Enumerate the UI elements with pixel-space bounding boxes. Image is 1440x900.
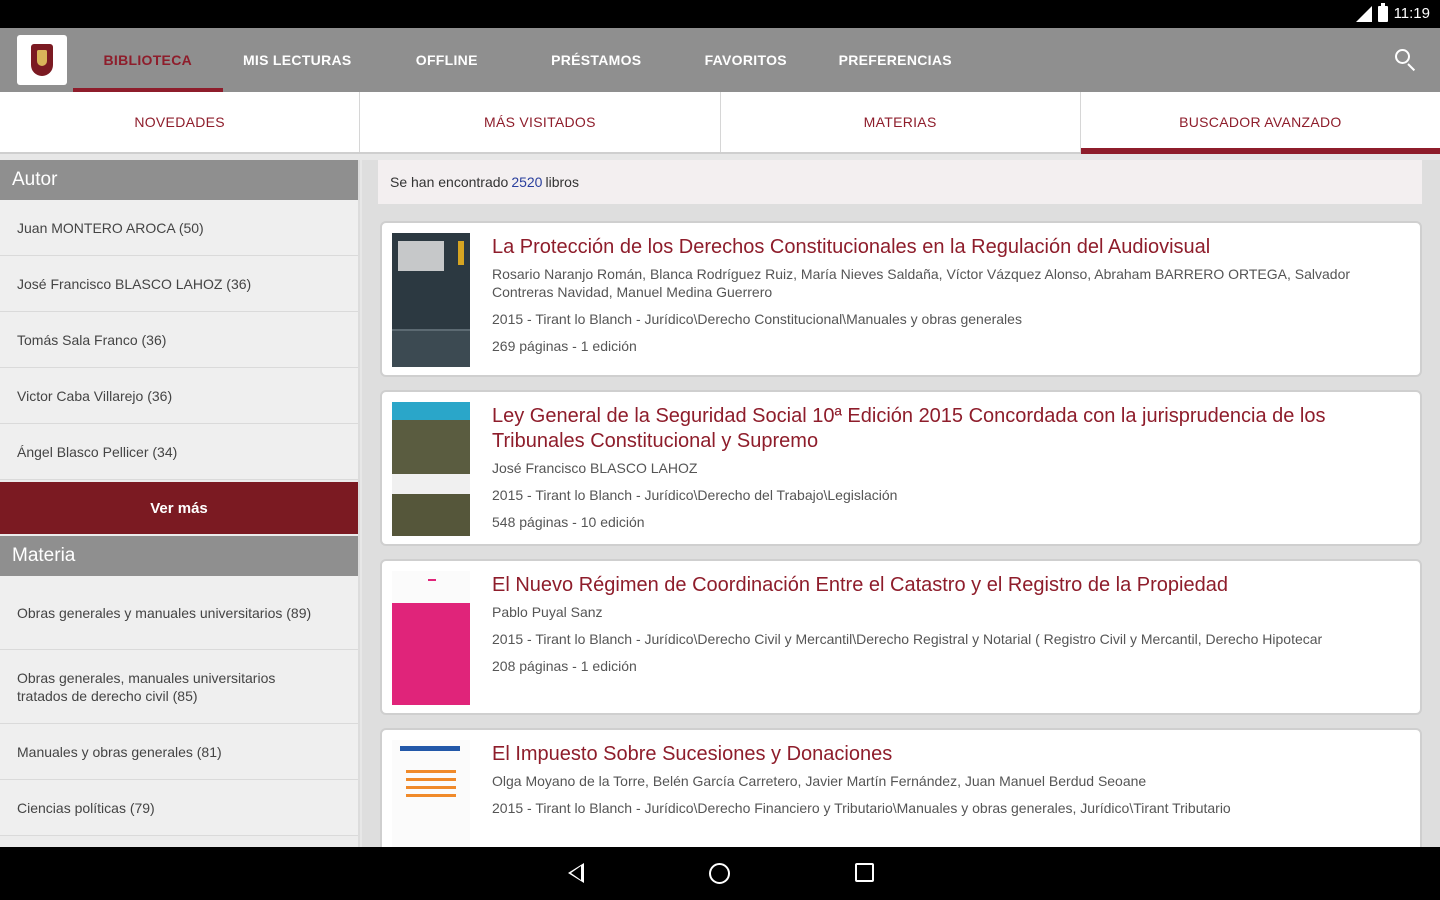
logo-shield-icon — [31, 44, 53, 76]
book-cover — [392, 402, 470, 536]
filter-item-materia[interactable]: Ciencias políticas (79) — [0, 780, 358, 836]
filter-item-autor[interactable]: Juan MONTERO AROCA (50) — [0, 200, 358, 256]
book-authors: Rosario Naranjo Román, Blanca Rodríguez … — [492, 266, 1351, 300]
filter-item-materia[interactable]: Manuales y obras generales (81) — [0, 724, 358, 780]
tab-biblioteca[interactable]: BIBLIOTECA — [73, 28, 223, 92]
filter-item-autor[interactable]: Tomás Sala Franco (36) — [0, 312, 358, 368]
filter-item-autor[interactable]: Ángel Blasco Pellicer (34) — [0, 424, 358, 480]
sub-tabs: NOVEDADES MÁS VISITADOS MATERIAS BUSCADO… — [0, 92, 1440, 154]
filter-sidebar: Autor Juan MONTERO AROCA (50) José Franc… — [0, 160, 360, 847]
app-bar: BIBLIOTECA MIS LECTURAS OFFLINE PRÉSTAMO… — [0, 28, 1440, 92]
book-authors: Pablo Puyal Sanz — [492, 604, 603, 620]
status-time: 11:19 — [1393, 5, 1430, 22]
search-icon[interactable] — [1394, 48, 1418, 72]
filter-item-materia[interactable]: Obras generales, manuales universitarios… — [0, 650, 358, 724]
book-cover — [392, 571, 470, 705]
book-authors: Olga Moyano de la Torre, Belén García Ca… — [492, 773, 1147, 789]
back-icon[interactable] — [568, 863, 584, 883]
app-logo[interactable] — [17, 35, 67, 85]
book-pages: 548 páginas - 10 edición — [492, 514, 645, 530]
status-bar: 11:19 — [0, 0, 1440, 28]
book-pages: 208 páginas - 1 edición — [492, 658, 637, 674]
results-summary: Se han encontrado 2520 libros — [378, 160, 1422, 204]
top-nav: BIBLIOTECA MIS LECTURAS OFFLINE PRÉSTAMO… — [73, 28, 970, 92]
recent-apps-icon[interactable] — [855, 863, 874, 882]
tab-preferencias[interactable]: PREFERENCIAS — [821, 28, 971, 92]
tab-prestamos[interactable]: PRÉSTAMOS — [522, 28, 672, 92]
book-meta: 2015 - Tirant lo Blanch - Jurídico\Derec… — [492, 311, 1022, 327]
tab-offline[interactable]: OFFLINE — [372, 28, 522, 92]
home-icon[interactable] — [709, 863, 730, 884]
book-cover — [392, 233, 470, 367]
book-meta: 2015 - Tirant lo Blanch - Jurídico\Derec… — [492, 800, 1231, 816]
ver-mas-button[interactable]: Ver más — [0, 482, 358, 534]
tab-mis-lecturas[interactable]: MIS LECTURAS — [223, 28, 373, 92]
book-title: La Protección de los Derechos Constituci… — [492, 236, 1211, 258]
results-suffix: libros — [545, 174, 579, 190]
results-count: 2520 — [511, 174, 543, 190]
battery-icon — [1377, 2, 1388, 22]
book-card[interactable]: El Nuevo Régimen de Coordinación Entre e… — [380, 559, 1422, 715]
book-card[interactable]: Ley General de la Seguridad Social 10ª E… — [380, 390, 1422, 546]
tab-favoritos[interactable]: FAVORITOS — [671, 28, 821, 92]
filter-item-materia[interactable]: Obras generales y manuales universitario… — [0, 576, 358, 650]
section-header-autor: Autor — [0, 160, 358, 200]
book-meta: 2015 - Tirant lo Blanch - Jurídico\Derec… — [492, 631, 1323, 647]
status-icons: 11:19 — [1354, 2, 1430, 22]
signal-icon — [1354, 5, 1372, 22]
results-panel: Se han encontrado 2520 libros La Protecc… — [362, 160, 1440, 847]
book-card[interactable]: El Impuesto Sobre Sucesiones y Donacione… — [380, 728, 1422, 847]
book-cover — [392, 740, 470, 847]
subtab-buscador-avanzado[interactable]: BUSCADOR AVANZADO — [1080, 92, 1440, 154]
filter-item-autor[interactable]: José Francisco BLASCO LAHOZ (36) — [0, 256, 358, 312]
section-header-materia: Materia — [0, 536, 358, 576]
book-meta: 2015 - Tirant lo Blanch - Jurídico\Derec… — [492, 487, 898, 503]
system-nav-bar — [0, 847, 1440, 900]
subtab-materias[interactable]: MATERIAS — [721, 92, 1081, 152]
subtab-novedades[interactable]: NOVEDADES — [0, 92, 361, 152]
results-prefix: Se han encontrado — [390, 174, 509, 190]
book-card[interactable]: La Protección de los Derechos Constituci… — [380, 221, 1422, 377]
book-authors: José Francisco BLASCO LAHOZ — [492, 460, 698, 476]
book-title: Ley General de la Seguridad Social 10ª E… — [492, 405, 1326, 452]
book-title: El Nuevo Régimen de Coordinación Entre e… — [492, 574, 1228, 596]
book-title: El Impuesto Sobre Sucesiones y Donacione… — [492, 743, 893, 765]
book-pages: 269 páginas - 1 edición — [492, 338, 637, 354]
subtab-mas-visitados[interactable]: MÁS VISITADOS — [360, 92, 721, 152]
filter-item-autor[interactable]: Victor Caba Villarejo (36) — [0, 368, 358, 424]
